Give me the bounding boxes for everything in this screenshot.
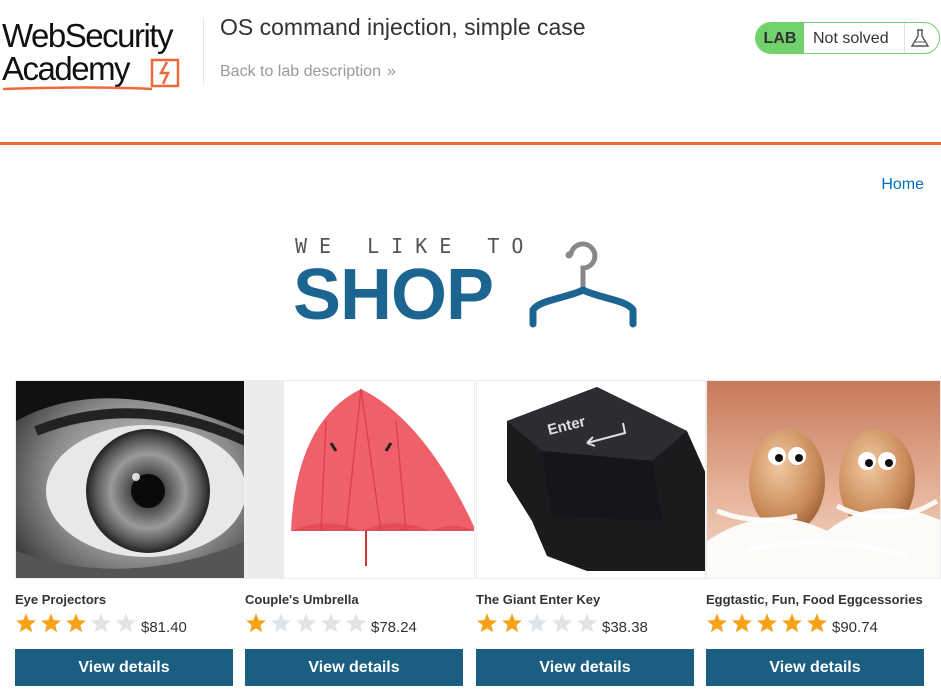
product-card: Couple's Umbrella $78.24 View details [245, 380, 475, 691]
academy-header: WebSecurity Academy OS command injection… [0, 0, 941, 145]
lab-badge: LAB [756, 23, 804, 53]
product-card: Enter The Giant Enter Key $38.38 View de… [476, 380, 706, 691]
star-filled-icon [41, 613, 61, 633]
product-name: Eye Projectors [15, 592, 107, 607]
logo-underline [2, 86, 153, 91]
product-image-eggs[interactable] [706, 380, 941, 579]
star-empty-icon [91, 613, 111, 633]
product-rating [476, 612, 601, 634]
status-separator [904, 23, 905, 53]
product-name: The Giant Enter Key [476, 592, 601, 607]
star-filled-icon [732, 613, 752, 633]
star-filled-icon [707, 613, 727, 633]
logo-text-line2: Academy [2, 50, 131, 87]
product-price: $81.40 [141, 619, 187, 636]
star-empty-icon [346, 613, 366, 633]
flask-icon [910, 29, 930, 47]
star-filled-icon [66, 613, 86, 633]
star-empty-icon [296, 613, 316, 633]
header-divider [203, 18, 204, 84]
lab-title: OS command injection, simple case [220, 14, 586, 40]
product-card: Eggtastic, Fun, Food Eggcessories $90.74… [706, 380, 941, 691]
star-filled-icon [757, 613, 777, 633]
product-image-eye[interactable] [15, 380, 245, 579]
web-security-academy-logo[interactable]: WebSecurity Academy [2, 18, 202, 92]
product-image-umbrella[interactable] [245, 380, 475, 579]
star-empty-icon [271, 613, 291, 633]
product-name: Eggtastic, Fun, Food Eggcessories [706, 592, 923, 607]
star-filled-icon [807, 613, 827, 633]
star-filled-icon [246, 613, 266, 633]
star-filled-icon [782, 613, 802, 633]
view-details-button[interactable]: View details [706, 649, 924, 686]
star-empty-icon [552, 613, 572, 633]
logo-bolt-icon [150, 58, 180, 88]
chevron-double-right-icon: » [386, 63, 396, 80]
home-link[interactable]: Home [881, 176, 924, 194]
view-details-button[interactable]: View details [476, 649, 694, 686]
star-filled-icon [477, 613, 497, 633]
shop-banner: WE LIKE TO SHOP [293, 232, 653, 335]
product-rating [15, 612, 140, 634]
coat-hanger-icon [529, 241, 637, 328]
product-price: $38.38 [602, 619, 648, 636]
back-link-label: Back to lab description [220, 63, 381, 80]
view-details-button[interactable]: View details [245, 649, 463, 686]
back-to-lab-description-link[interactable]: Back to lab description » [220, 63, 396, 81]
product-name: Couple's Umbrella [245, 592, 359, 607]
banner-title: SHOP [293, 255, 494, 335]
view-details-button[interactable]: View details [15, 649, 233, 686]
logo-text-line1: WebSecurity [2, 17, 173, 54]
star-filled-icon [502, 613, 522, 633]
product-price: $90.74 [832, 619, 878, 636]
lab-status-text: Not solved [813, 30, 889, 47]
product-grid: Eye Projectors $81.40 View details Coupl… [15, 380, 941, 691]
product-rating [706, 612, 831, 634]
star-empty-icon [116, 613, 136, 633]
star-empty-icon [577, 613, 597, 633]
product-price: $78.24 [371, 619, 417, 636]
lab-status-widget: LAB Not solved [755, 22, 940, 54]
star-empty-icon [527, 613, 547, 633]
star-empty-icon [321, 613, 341, 633]
star-filled-icon [16, 613, 36, 633]
product-image-enter-key[interactable]: Enter [476, 380, 706, 579]
product-rating [245, 612, 370, 634]
product-card: Eye Projectors $81.40 View details [15, 380, 245, 691]
